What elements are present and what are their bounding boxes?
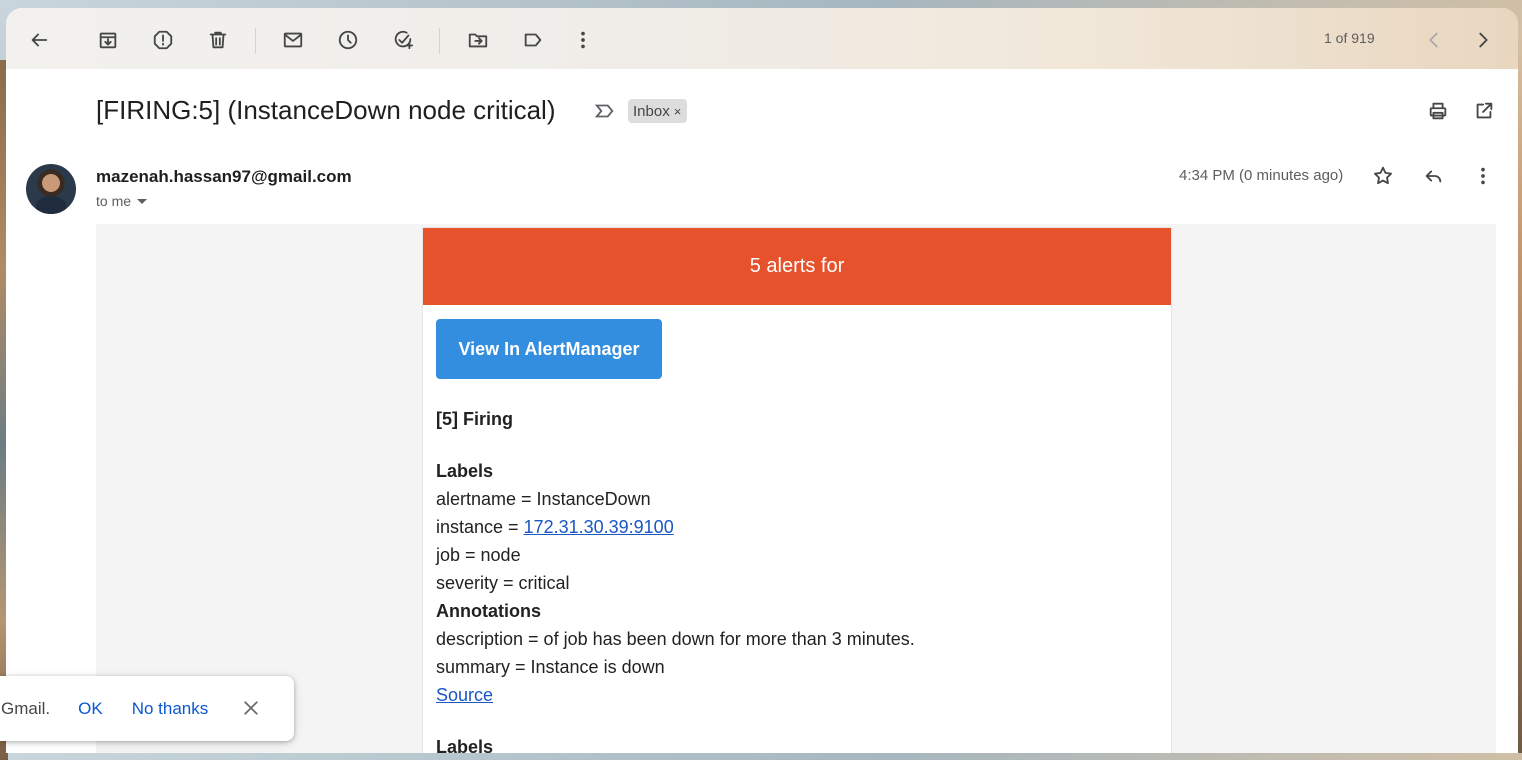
sender-avatar[interactable]	[26, 164, 76, 214]
label-severity: severity = critical	[436, 573, 570, 593]
inbox-label-chip: Inbox ×	[628, 99, 688, 123]
move-to-icon	[468, 33, 488, 48]
gmail-window: 1 of 919 [FIRING:5] (InstanceDown node c…	[6, 8, 1518, 753]
report-spam-icon	[153, 30, 173, 50]
source-link[interactable]: Source	[436, 685, 493, 705]
snooze-button[interactable]	[328, 20, 368, 60]
open-in-new-icon	[1476, 102, 1493, 119]
label-alertname: alertname = InstanceDown	[436, 489, 651, 509]
sender-email[interactable]: mazenah.hassan97@gmail.com	[96, 167, 352, 187]
snooze-icon	[338, 30, 358, 50]
annotations-heading: Annotations	[436, 601, 541, 621]
mark-unread-icon	[283, 32, 303, 48]
back-button[interactable]	[19, 20, 59, 60]
older-button[interactable]	[1463, 20, 1503, 60]
message-more-button[interactable]	[1463, 156, 1503, 196]
firing-count: [5] Firing	[436, 409, 513, 429]
more-vert-icon	[1481, 167, 1485, 185]
add-to-tasks-button[interactable]	[383, 20, 423, 60]
recipient-text: to me	[96, 193, 132, 209]
chevron-right-icon	[1479, 32, 1488, 48]
reply-button[interactable]	[1413, 156, 1453, 196]
instance-prefix: instance =	[436, 517, 524, 537]
move-to-button[interactable]	[458, 20, 498, 60]
label-chip-text: Inbox	[633, 102, 670, 120]
toolbar-divider	[439, 28, 440, 54]
toast-close-button[interactable]	[242, 699, 262, 719]
email-timestamp: 4:34 PM (0 minutes ago)	[1179, 167, 1344, 184]
toast-ok-button[interactable]: OK	[78, 699, 103, 719]
star-button[interactable]	[1363, 156, 1403, 196]
reply-icon	[1425, 170, 1442, 183]
message-toolbar: 1 of 919	[6, 8, 1518, 69]
email-subject: [FIRING:5] (InstanceDown node critical)	[96, 95, 556, 125]
close-icon	[244, 700, 259, 715]
view-in-alertmanager-button[interactable]: View In AlertManager	[436, 319, 662, 379]
alert-card: 5 alerts for View In AlertManager [5] Fi…	[422, 227, 1172, 753]
remove-label-button[interactable]: ×	[674, 104, 682, 119]
print-button[interactable]	[1418, 91, 1458, 131]
email-body: 5 alerts for View In AlertManager [5] Fi…	[96, 224, 1496, 753]
back-arrow-icon	[31, 33, 48, 47]
importance-marker[interactable]	[594, 100, 616, 122]
more-options-button[interactable]	[563, 20, 603, 60]
labels-heading-2: Labels	[436, 737, 494, 753]
toast-message: Gmail.	[1, 698, 51, 718]
archive-button[interactable]	[88, 20, 128, 60]
label-job: job = node	[436, 545, 521, 565]
show-details-caret-icon[interactable]	[137, 198, 148, 204]
labels-heading: Labels	[436, 461, 494, 481]
mark-unread-button[interactable]	[273, 20, 313, 60]
label-instance: instance = 172.31.30.39:9100	[436, 513, 915, 541]
importance-icon	[594, 104, 614, 118]
label-button[interactable]	[513, 20, 553, 60]
alert-content: [5] Firing Labels alertname = InstanceDo…	[436, 405, 915, 753]
annotation-summary: summary = Instance is down	[436, 657, 665, 677]
instance-link[interactable]: 172.31.30.39:9100	[524, 517, 674, 537]
report-spam-button[interactable]	[143, 20, 183, 60]
delete-icon	[209, 31, 227, 49]
toast-no-thanks-button[interactable]: No thanks	[132, 699, 209, 719]
add-to-tasks-icon	[394, 30, 414, 50]
delete-button[interactable]	[198, 20, 238, 60]
chevron-left-icon	[1429, 32, 1438, 48]
newer-button[interactable]	[1414, 20, 1454, 60]
toolbar-divider	[255, 28, 256, 54]
annotation-description: description = of job has been down for m…	[436, 629, 915, 649]
archive-icon	[99, 32, 117, 49]
star-icon	[1374, 166, 1392, 185]
more-vert-icon	[581, 31, 585, 49]
alert-header: 5 alerts for	[423, 228, 1171, 305]
notification-toast: Gmail. OK No thanks	[0, 676, 294, 741]
page-count: 1 of 919	[1324, 30, 1375, 46]
print-icon	[1429, 102, 1447, 120]
open-in-new-window-button[interactable]	[1464, 91, 1504, 131]
recipient-line: to me	[96, 193, 148, 209]
label-icon	[524, 33, 542, 47]
